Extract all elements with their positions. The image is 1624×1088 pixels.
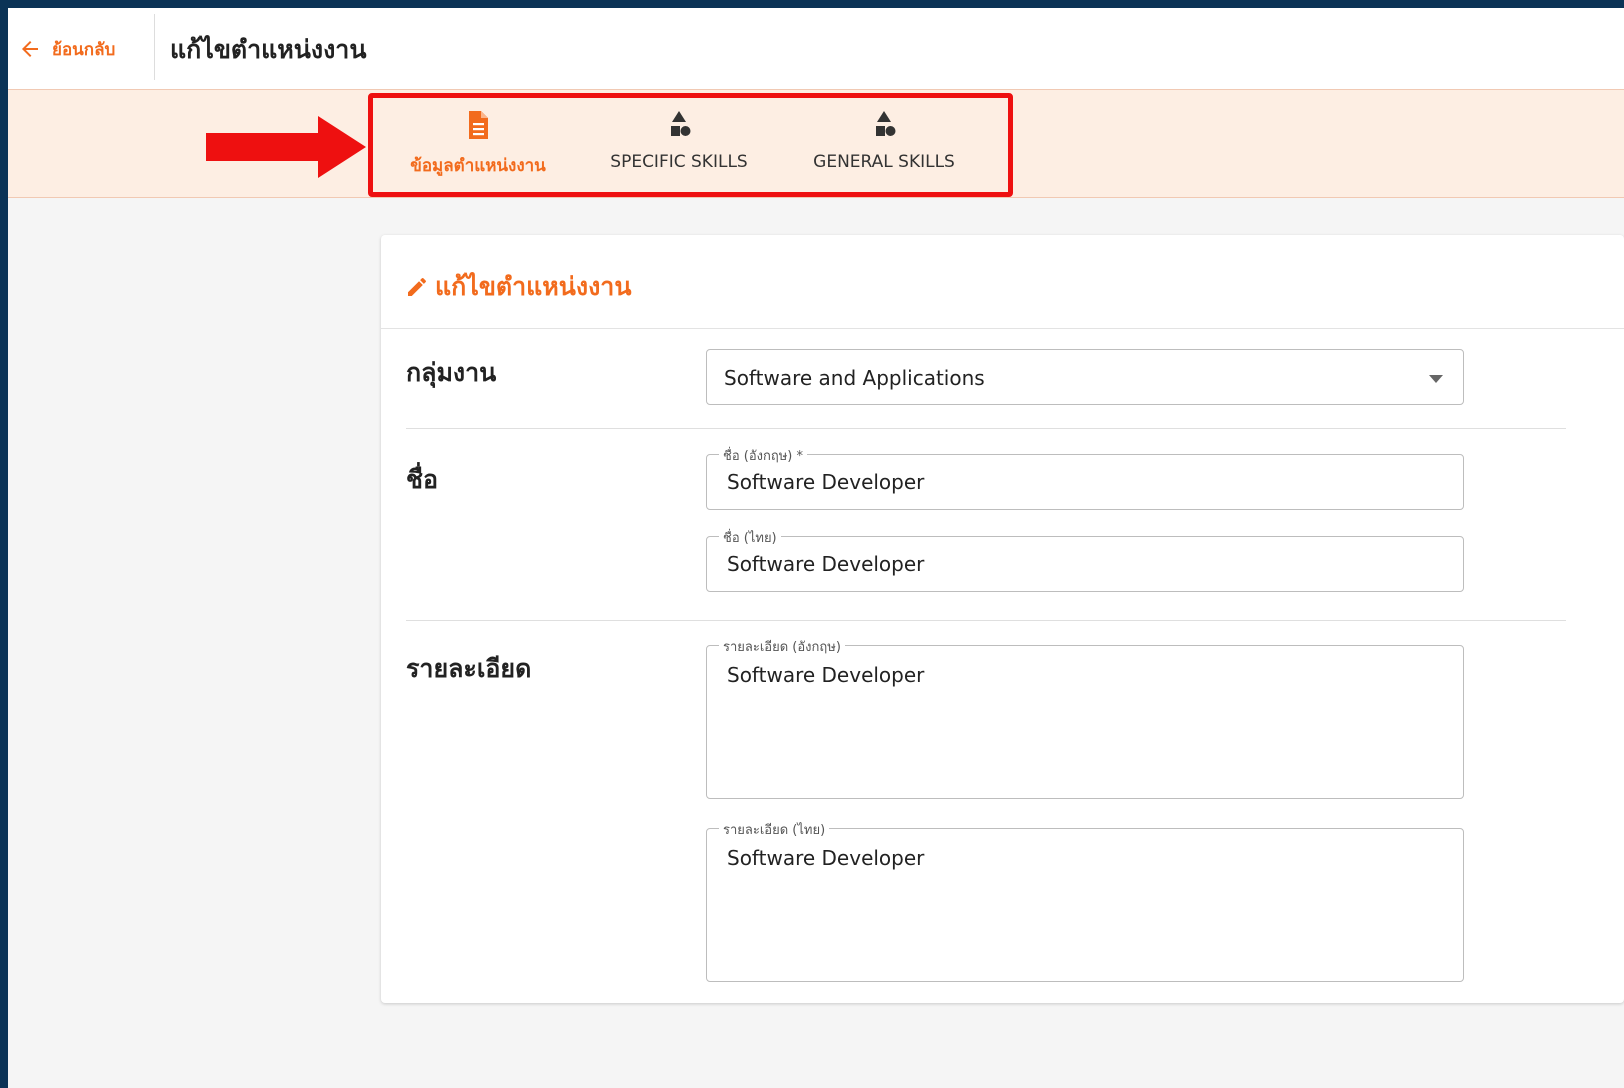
job-group-label: กลุ่มงาน [406,358,497,387]
page-title: แก้ไขตำแหน่งงาน [170,35,367,64]
job-group-select[interactable]: Software and Applications [706,349,1464,405]
detail-label: รายละเอียด [406,654,532,683]
tab-specific-skills-label: SPECIFIC SKILLS [610,152,748,172]
annotation-arrow [206,116,366,178]
name-th-field[interactable]: ชื่อ (ไทย) Software Developer [706,527,1464,592]
header-divider [154,14,155,80]
tab-position-info[interactable]: ข้อมูลตำแหน่งงาน [393,108,563,184]
caret-down-icon [1429,375,1443,383]
card-title: แก้ไขตำแหน่งงาน [405,267,631,307]
arrow-left-icon [22,41,38,57]
pencil-icon [408,277,426,296]
page-header: ย้อนกลับ แก้ไขตำแหน่งงาน [8,8,1624,90]
card-header: แก้ไขตำแหน่งงาน [381,235,1624,329]
detail-th-textarea[interactable]: รายละเอียด (ไทย) Software Developer [706,819,1464,982]
name-en-legend: ชื่อ (อังกฤษ) * [719,445,808,466]
name-th-legend: ชื่อ (ไทย) [719,527,781,548]
app-window: ย้อนกลับ แก้ไขตำแหน่งงาน ข้อมูลตำแหน่งงา… [8,8,1624,1088]
tab-general-skills[interactable]: GENERAL SKILLS [796,108,972,184]
row-divider [406,428,1566,429]
detail-en-legend: รายละเอียด (อังกฤษ) [719,636,845,657]
job-group-value: Software and Applications [724,366,985,390]
detail-en-textarea[interactable]: รายละเอียด (อังกฤษ) Software Developer [706,636,1464,799]
name-label: ชื่อ [406,465,438,494]
back-button-label: ย้อนกลับ [52,39,116,60]
tab-position-info-label: ข้อมูลตำแหน่งงาน [410,156,546,176]
detail-th-value: Software Developer [727,846,925,870]
back-button[interactable]: ย้อนกลับ [18,34,115,64]
name-th-value: Software Developer [727,552,925,576]
card-title-text: แก้ไขตำแหน่งงาน [435,272,632,301]
detail-th-legend: รายละเอียด (ไทย) [719,819,830,840]
row-divider [406,620,1566,621]
name-en-field[interactable]: ชื่อ (อังกฤษ) * Software Developer [706,445,1464,510]
file-document-icon [469,111,488,139]
shapes-icon [876,111,896,136]
shapes-icon [671,111,691,136]
edit-position-card: แก้ไขตำแหน่งงาน กลุ่มงาน Software and Ap… [381,235,1624,1003]
tab-specific-skills[interactable]: SPECIFIC SKILLS [594,108,764,184]
name-en-value: Software Developer [727,470,925,494]
detail-en-value: Software Developer [727,663,925,687]
tab-general-skills-label: GENERAL SKILLS [813,152,955,172]
